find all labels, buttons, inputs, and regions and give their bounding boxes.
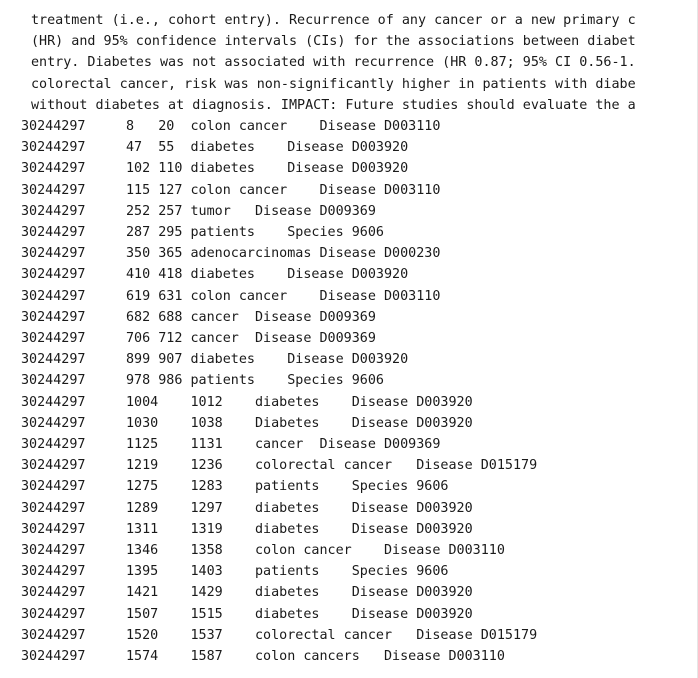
annotation-fields: 287 295 patients Species 9606 <box>126 225 384 240</box>
pmid-cell: 30244297 <box>21 479 86 495</box>
annotation-fields: 350 365 adenocarcinomas Disease D000230 <box>126 246 441 262</box>
pmid-cell: 30244297 <box>21 246 86 262</box>
pmid-cell: 30244297 <box>21 521 86 537</box>
annotation-row: 30244297 1004 1012 diabetes Disease D0039… <box>0 392 698 413</box>
text-editor-content[interactable]: treatment (i.e., cohort entry). Recurren… <box>0 0 698 678</box>
annotation-fields: 252 257 tumor Disease D009369 <box>126 203 376 219</box>
annotation-fields: 682 688 cancer Disease D009369 <box>126 309 376 325</box>
annotation-fields: 1275 1283 patients Species 9606 <box>126 479 449 495</box>
pmid-cell: 30244297 <box>21 331 86 346</box>
pmid-cell: 30244297 <box>21 309 86 325</box>
paragraph-line: entry. Diabetes was not associated with … <box>31 55 636 71</box>
annotation-row: 30244297 287 295 patients Species 9606 <box>0 222 698 243</box>
pmid-cell: 30244297 <box>21 543 86 558</box>
annotation-row: 30244297 1219 1236 colorectal cancer Dise… <box>0 455 698 476</box>
annotation-row: 30244297 1030 1038 Diabetes Disease D0039… <box>0 413 698 434</box>
annotation-fields: 410 418 diabetes Disease D003920 <box>126 267 409 283</box>
paragraph-line: treatment (i.e., cohort entry). Recurren… <box>31 13 636 28</box>
annotation-row: 30244297 1395 1403 patients Species 9606 <box>0 561 698 582</box>
annotation-row: 30244297 899 907 diabetes Disease D003920 <box>0 349 698 370</box>
annotation-row: 30244297 1421 1429 diabetes Disease D0039… <box>0 582 698 603</box>
pmid-cell: 30244297 <box>21 606 86 622</box>
annotation-row: 30244297 1574 1587 colon cancers Disease … <box>0 646 698 667</box>
annotation-row: 30244297 1311 1319 diabetes Disease D0039… <box>0 519 698 540</box>
annotation-row: 30244297 8 20 colon cancer Disease D00311… <box>0 116 698 137</box>
pmid-cell: 30244297 <box>21 585 86 601</box>
annotation-row: 30244297 978 986 patients Species 9606 <box>0 370 698 391</box>
paragraph-line: (HR) and 95% confidence intervals (CIs) … <box>31 34 636 50</box>
pmid-cell: 30244297 <box>21 267 86 283</box>
annotation-fields: 115 127 colon cancer Disease D003110 <box>126 182 441 198</box>
annotation-fields: 899 907 diabetes Disease D003920 <box>126 352 409 368</box>
annotation-fields: 1520 1537 colorectal cancer Disease D015… <box>126 627 538 643</box>
annotation-row: 30244297 1289 1297 diabetes Disease D0039… <box>0 498 698 519</box>
pmid-cell: 30244297 <box>21 288 86 304</box>
pmid-cell: 30244297 <box>21 225 86 240</box>
annotation-fields: 1125 1131 cancer Disease D009369 <box>126 437 441 452</box>
pmid-cell: 30244297 <box>21 140 86 156</box>
pmid-cell: 30244297 <box>21 119 86 134</box>
paragraph-line: colorectal cancer, risk was non-signific… <box>31 76 636 92</box>
annotation-fields: 1219 1236 colorectal cancer Disease D015… <box>126 458 538 474</box>
pmid-cell: 30244297 <box>21 564 86 580</box>
annotation-fields: 1030 1038 Diabetes Disease D003920 <box>126 415 473 431</box>
pmid-cell: 30244297 <box>21 182 86 198</box>
annotation-fields: 1507 1515 diabetes Disease D003920 <box>126 606 473 622</box>
annotation-row: 30244297 1275 1283 patients Species 9606 <box>0 476 698 497</box>
pmid-cell: 30244297 <box>21 394 86 410</box>
pmid-cell: 30244297 <box>21 415 86 431</box>
annotation-row: 30244297 706 712 cancer Disease D009369 <box>0 328 698 349</box>
pmid-cell: 30244297 <box>21 437 86 452</box>
pmid-cell: 30244297 <box>21 649 86 664</box>
annotation-fields: 1574 1587 colon cancers Disease D003110 <box>126 649 505 664</box>
pmid-cell: 30244297 <box>21 373 86 389</box>
paragraph-line: without diabetes at diagnosis. IMPACT: F… <box>31 97 636 113</box>
annotation-row: 30244297 350 365 adenocarcinomas Disease … <box>0 243 698 264</box>
annotation-row: 30244297 47 55 diabetes Disease D003920 <box>0 137 698 158</box>
pmid-cell: 30244297 <box>21 500 86 516</box>
annotation-fields: 47 55 diabetes Disease D003920 <box>126 140 409 156</box>
annotation-fields: 706 712 cancer Disease D009369 <box>126 331 376 346</box>
pmid-cell: 30244297 <box>21 458 86 474</box>
annotation-fields: 102 110 diabetes Disease D003920 <box>126 161 409 177</box>
annotation-row: 30244297 682 688 cancer Disease D009369 <box>0 307 698 328</box>
annotation-row: 30244297 115 127 colon cancer Disease D00… <box>0 180 698 201</box>
annotation-row: 30244297 410 418 diabetes Disease D003920 <box>0 264 698 285</box>
annotation-fields: 1004 1012 diabetes Disease D003920 <box>126 394 473 410</box>
annotation-fields: 1395 1403 patients Species 9606 <box>126 564 449 580</box>
annotation-fields: 978 986 patients Species 9606 <box>126 373 384 389</box>
annotation-fields: 1311 1319 diabetes Disease D003920 <box>126 521 473 537</box>
annotation-row: 30244297 102 110 diabetes Disease D003920 <box>0 158 698 179</box>
annotation-row: 30244297 1346 1358 colon cancer Disease D… <box>0 540 698 561</box>
annotation-fields: 1289 1297 diabetes Disease D003920 <box>126 500 473 516</box>
annotation-row: 30244297 619 631 colon cancer Disease D00… <box>0 286 698 307</box>
pmid-cell: 30244297 <box>21 203 86 219</box>
annotation-fields: 8 20 colon cancer Disease D003110 <box>126 119 441 134</box>
pmid-cell: 30244297 <box>21 161 86 177</box>
pmid-cell: 30244297 <box>21 627 86 643</box>
annotation-row: 30244297 1520 1537 colorectal cancer Dise… <box>0 625 698 646</box>
annotation-row: 30244297 252 257 tumor Disease D009369 <box>0 201 698 222</box>
annotation-row: 30244297 1507 1515 diabetes Disease D0039… <box>0 604 698 625</box>
pmid-cell: 30244297 <box>21 352 86 368</box>
annotation-fields: 1421 1429 diabetes Disease D003920 <box>126 585 473 601</box>
annotation-fields: 619 631 colon cancer Disease D003110 <box>126 288 441 304</box>
annotation-row: 30244297 1125 1131 cancer Disease D009369 <box>0 434 698 455</box>
annotation-fields: 1346 1358 colon cancer Disease D003110 <box>126 543 505 558</box>
